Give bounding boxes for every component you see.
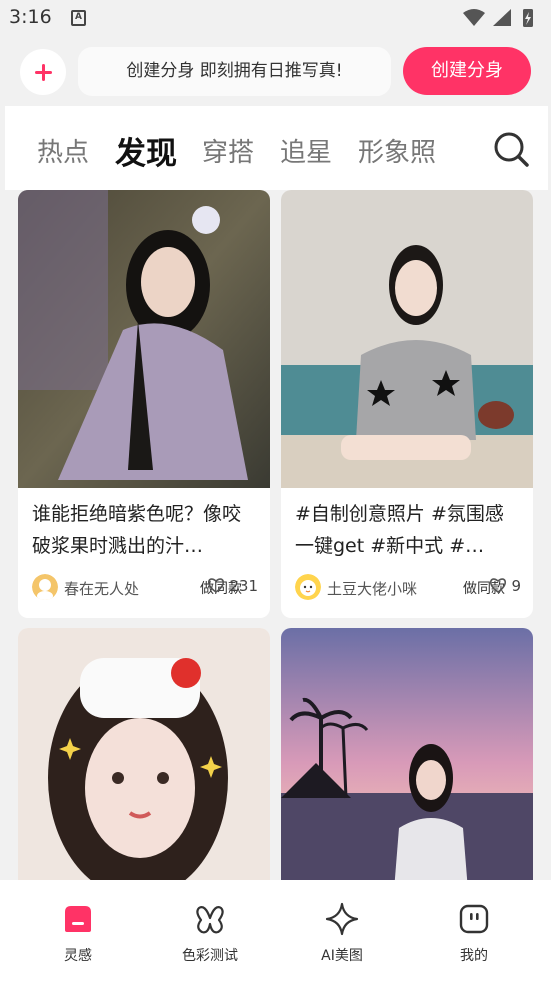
tab-hot[interactable]: 热点 <box>37 132 89 169</box>
feed-card[interactable] <box>18 628 270 880</box>
sim-icon: A <box>71 10 86 26</box>
tab-celebrity[interactable]: 追星 <box>280 132 332 169</box>
nav-label: 灵感 <box>64 948 92 964</box>
username[interactable]: 土豆大佬小咪 <box>327 578 417 599</box>
status-time: 3:16 <box>9 6 52 28</box>
heart-icon[interactable] <box>207 577 225 593</box>
nav-ai-photo[interactable]: AI美图 <box>287 880 397 981</box>
username[interactable]: 春在无人处 <box>64 578 139 599</box>
avatar[interactable] <box>32 574 58 600</box>
nav-profile[interactable]: 我的 <box>419 880 529 981</box>
inspiration-icon <box>65 906 91 932</box>
feed-card[interactable]: 做同款 谁能拒绝暗紫色呢？像咬破浆果时溅出的汁… 春在无人处 231 <box>18 190 270 618</box>
post-description[interactable]: 谁能拒绝暗紫色呢？像咬破浆果时溅出的汁… <box>32 498 258 562</box>
nav-color-test[interactable]: 色彩测试 <box>155 880 265 981</box>
top-bar: 创建分身 即刻拥有日推写真! 创建分身 <box>0 38 551 106</box>
bottom-nav: 灵感 色彩测试 AI美图 我的 <box>0 880 551 981</box>
tab-portrait[interactable]: 形象照 <box>358 132 436 169</box>
nav-label: AI美图 <box>321 948 363 964</box>
post-photo[interactable] <box>281 628 533 880</box>
profile-icon <box>459 904 489 934</box>
status-bar: 3:16 A <box>0 0 551 38</box>
avatar[interactable] <box>295 574 321 600</box>
like-count-value: 231 <box>229 577 258 595</box>
nav-inspiration[interactable]: 灵感 <box>23 880 133 981</box>
post-photo[interactable] <box>18 190 270 488</box>
like-count[interactable]: 9 <box>489 577 521 595</box>
nav-label: 色彩测试 <box>182 948 238 964</box>
create-avatar-button[interactable]: 创建分身 <box>403 47 531 95</box>
heart-icon[interactable] <box>489 577 507 593</box>
tab-outfit[interactable]: 穿搭 <box>202 132 254 169</box>
nav-label: 我的 <box>460 948 488 964</box>
sparkle-icon <box>325 902 359 936</box>
add-button[interactable] <box>20 49 66 95</box>
post-meta: 春在无人处 231 <box>32 574 258 602</box>
feed-card[interactable] <box>281 628 533 880</box>
post-photo[interactable] <box>281 190 533 488</box>
post-photo[interactable] <box>18 628 270 880</box>
system-icons <box>463 9 533 27</box>
like-count[interactable]: 231 <box>207 577 258 595</box>
signal-icon <box>493 9 511 26</box>
like-count-value: 9 <box>511 577 521 595</box>
category-tabs: 热点 发现 穿搭 追星 形象照 <box>5 106 548 190</box>
promo-banner[interactable]: 创建分身 即刻拥有日推写真! <box>78 47 391 96</box>
post-meta: 土豆大佬小咪 9 <box>295 574 521 602</box>
search-icon[interactable] <box>491 129 531 169</box>
wifi-icon <box>463 9 485 26</box>
butterfly-icon <box>196 906 224 934</box>
tab-discover[interactable]: 发现 <box>115 128 177 173</box>
feed: 做同款 谁能拒绝暗紫色呢？像咬破浆果时溅出的汁… 春在无人处 231 做同款 #… <box>0 190 551 880</box>
feed-card[interactable]: 做同款 #自制创意照片 #氛围感一键get #新中式 #… 土豆大佬小咪 9 <box>281 190 533 618</box>
post-description[interactable]: #自制创意照片 #氛围感一键get #新中式 #… <box>295 498 521 562</box>
